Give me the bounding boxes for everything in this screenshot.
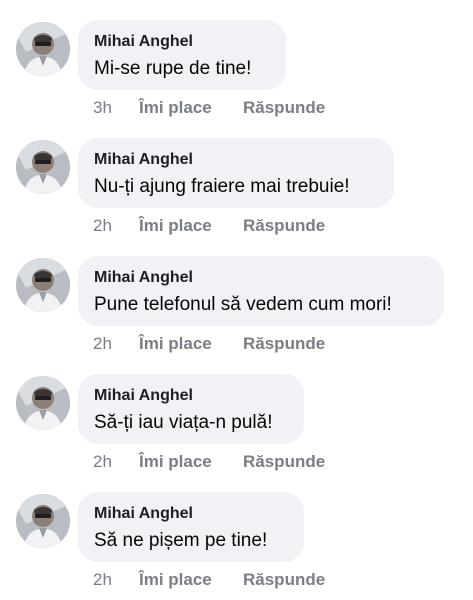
comment-bubble: Mihai Anghel Pune telefonul să vedem cum… (78, 256, 444, 326)
reply-button[interactable]: Răspunde (243, 452, 325, 472)
comment-actions: 2h Îmi place Răspunde (93, 334, 325, 354)
comment-bubble: Mihai Anghel Mi-se rupe de tine! (78, 20, 286, 90)
comment-bubble: Mihai Anghel Nu-ți ajung fraiere mai tre… (78, 138, 394, 208)
like-button[interactable]: Îmi place (139, 452, 243, 472)
avatar[interactable] (16, 258, 70, 312)
comment-author[interactable]: Mihai Anghel (94, 504, 288, 524)
comment-timestamp[interactable]: 3h (93, 98, 139, 118)
comment-timestamp[interactable]: 2h (93, 570, 139, 590)
avatar-photo-icon (16, 494, 70, 548)
like-button[interactable]: Îmi place (139, 570, 243, 590)
comment-item: Mihai Anghel Mi-se rupe de tine! 3h Îmi p… (0, 0, 473, 118)
comment-text: Nu-ți ajung fraiere mai trebuie! (94, 176, 350, 197)
comment-author[interactable]: Mihai Anghel (94, 32, 270, 52)
comment-item: Mihai Anghel Să ne pișem pe tine! 2h Îmi … (0, 472, 473, 590)
comment-bubble: Mihai Anghel Să-ți iau viața-n pulă! (78, 374, 304, 444)
avatar-photo-icon (16, 140, 70, 194)
comment-item: Mihai Anghel Nu-ți ajung fraiere mai tre… (0, 118, 473, 236)
avatar-photo-icon (16, 22, 70, 76)
comment-actions: 3h Îmi place Răspunde (93, 98, 325, 118)
avatar[interactable] (16, 22, 70, 76)
comment-timestamp[interactable]: 2h (93, 452, 139, 472)
comment-actions: 2h Îmi place Răspunde (93, 570, 325, 590)
reply-button[interactable]: Răspunde (243, 98, 325, 118)
like-button[interactable]: Îmi place (139, 98, 243, 118)
comment-author[interactable]: Mihai Anghel (94, 150, 378, 170)
avatar[interactable] (16, 376, 70, 430)
comment-item: Mihai Anghel Să-ți iau viața-n pulă! 2h Î… (0, 354, 473, 472)
avatar-photo-icon (16, 258, 70, 312)
comment-text: Pune telefonul să vedem cum mori! (94, 294, 392, 315)
comment-actions: 2h Îmi place Răspunde (93, 452, 325, 472)
reply-button[interactable]: Răspunde (243, 216, 325, 236)
comment-text: Mi-se rupe de tine! (94, 58, 252, 79)
comment-timestamp[interactable]: 2h (93, 216, 139, 236)
comment-text: Să ne pișem pe tine! (94, 530, 268, 551)
avatar[interactable] (16, 494, 70, 548)
reply-button[interactable]: Răspunde (243, 334, 325, 354)
comment-item: Mihai Anghel Pune telefonul să vedem cum… (0, 236, 473, 354)
comment-author[interactable]: Mihai Anghel (94, 386, 288, 406)
like-button[interactable]: Îmi place (139, 216, 243, 236)
reply-button[interactable]: Răspunde (243, 570, 325, 590)
comment-text: Să-ți iau viața-n pulă! (94, 412, 273, 433)
comment-author[interactable]: Mihai Anghel (94, 268, 428, 288)
comment-actions: 2h Îmi place Răspunde (93, 216, 325, 236)
comment-bubble: Mihai Anghel Să ne pișem pe tine! (78, 492, 304, 562)
avatar[interactable] (16, 140, 70, 194)
avatar-photo-icon (16, 376, 70, 430)
like-button[interactable]: Îmi place (139, 334, 243, 354)
comment-timestamp[interactable]: 2h (93, 334, 139, 354)
